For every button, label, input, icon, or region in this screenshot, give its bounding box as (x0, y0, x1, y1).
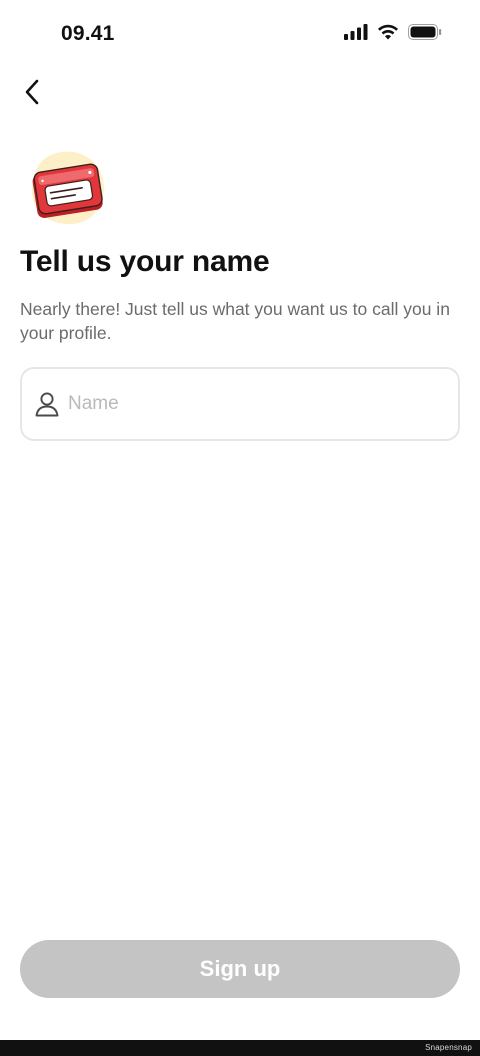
status-icons (344, 24, 442, 40)
chevron-left-icon (25, 79, 39, 105)
watermark: Snapensnap (425, 1043, 472, 1052)
name-field[interactable] (20, 367, 460, 441)
status-bar: 09.41 (0, 0, 480, 72)
status-time: 09.41 (61, 22, 115, 45)
name-input[interactable] (68, 369, 448, 439)
battery-icon (408, 24, 442, 40)
footer-bar (0, 1040, 480, 1056)
cellular-signal-icon (344, 24, 368, 40)
page-subtitle: Nearly there! Just tell us what you want… (20, 299, 450, 343)
user-icon (34, 391, 60, 417)
wifi-icon (378, 24, 398, 40)
back-button[interactable] (16, 76, 48, 108)
page-title: Tell us your name (20, 245, 270, 278)
name-tag-icon (31, 151, 104, 225)
name-tag-illustration (28, 150, 108, 226)
signup-button[interactable]: Sign up (20, 940, 460, 998)
